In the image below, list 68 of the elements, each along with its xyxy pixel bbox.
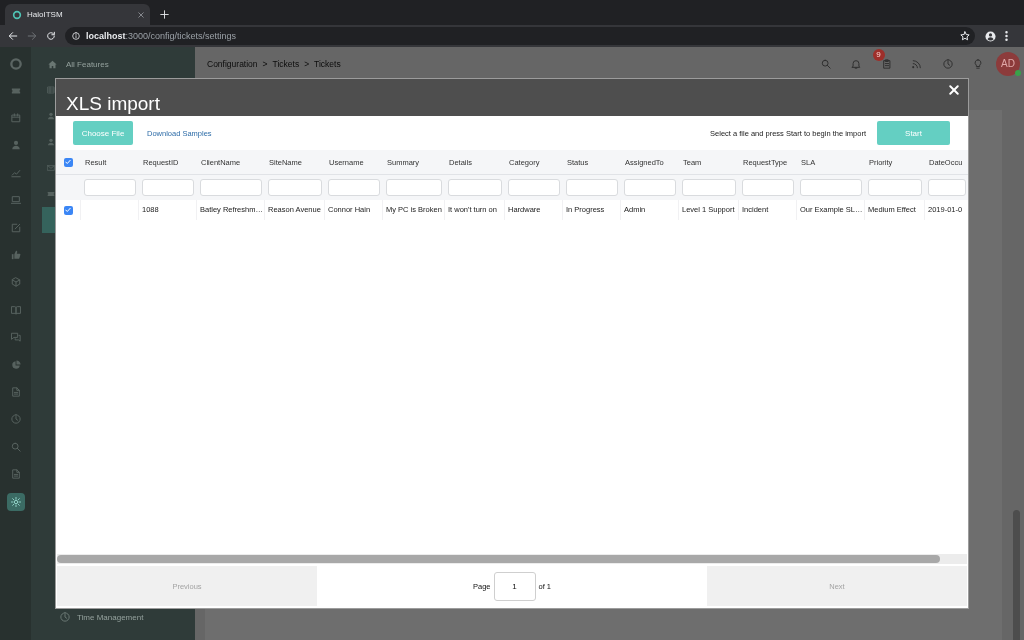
filter-field[interactable]: [566, 179, 618, 196]
filter-field[interactable]: [200, 179, 262, 196]
cube-icon[interactable]: [10, 277, 21, 288]
ring-icon[interactable]: [8, 57, 23, 71]
clock-icon[interactable]: [942, 58, 953, 69]
filter-field[interactable]: [328, 179, 380, 196]
scrollbar-thumb[interactable]: [1013, 510, 1020, 640]
filter-field[interactable]: [142, 179, 194, 196]
account-icon[interactable]: [985, 30, 996, 42]
avatar[interactable]: AD: [996, 51, 1020, 76]
search-icon[interactable]: [10, 441, 21, 452]
bell-icon[interactable]: [851, 58, 861, 69]
clock-icon[interactable]: [10, 414, 21, 425]
lightbulb-icon[interactable]: [973, 58, 983, 69]
sidebar-item[interactable]: All Features: [48, 59, 109, 69]
notification-badge: 9: [872, 48, 885, 61]
pie-chart-icon[interactable]: [10, 359, 21, 370]
breadcrumb-separator: >: [304, 58, 310, 69]
rss-icon[interactable]: [912, 58, 922, 69]
back-arrow-icon[interactable]: [8, 31, 18, 41]
select-all-checkbox[interactable]: [63, 157, 73, 167]
envelope-icon[interactable]: [47, 164, 55, 172]
filter-field[interactable]: [868, 179, 922, 196]
chart-icon[interactable]: [10, 167, 21, 178]
user-icon[interactable]: [47, 138, 55, 146]
page-input[interactable]: 1: [493, 571, 536, 601]
chat-icon[interactable]: [10, 332, 21, 343]
forward-arrow-icon[interactable]: [27, 31, 37, 41]
breadcrumb-separator: >: [262, 58, 268, 69]
filter-field[interactable]: [682, 179, 736, 196]
filter-field[interactable]: [448, 179, 502, 196]
book-icon[interactable]: [10, 304, 21, 315]
row-checkbox[interactable]: [63, 205, 73, 215]
clipboard-icon[interactable]: [881, 58, 892, 69]
document-icon[interactable]: [10, 469, 21, 480]
filter-field[interactable]: [508, 179, 560, 196]
filter-field[interactable]: [742, 179, 794, 196]
laptop-icon[interactable]: [10, 195, 21, 206]
thumbs-up-icon[interactable]: [10, 250, 21, 261]
filter-field[interactable]: [268, 179, 322, 196]
star-icon[interactable]: [960, 31, 970, 41]
user-icon[interactable]: [47, 112, 55, 120]
user-icon[interactable]: [10, 140, 21, 151]
clock-icon: [60, 612, 70, 622]
info-icon[interactable]: [72, 32, 80, 40]
calendar-icon[interactable]: [10, 113, 21, 124]
close-icon[interactable]: [138, 11, 144, 18]
filter-field[interactable]: [386, 179, 442, 196]
edit-icon[interactable]: [10, 222, 21, 233]
address-bar[interactable]: localhost:3000/config/tickets/settings: [65, 27, 975, 45]
plus-icon[interactable]: [160, 10, 169, 19]
browser-tab[interactable]: HaloITSM: [5, 4, 150, 25]
ticket-icon[interactable]: [47, 190, 55, 198]
filter-field[interactable]: [800, 179, 862, 196]
sidebar-item[interactable]: Time Management: [60, 612, 144, 622]
home-icon: [48, 59, 57, 69]
gear-icon[interactable]: [6, 492, 25, 511]
reload-icon[interactable]: [46, 31, 56, 41]
search-icon[interactable]: [820, 58, 831, 69]
scrollbar-thumb[interactable]: [57, 555, 940, 563]
ring-icon: [12, 9, 22, 20]
dialog-title: XLS import: [66, 94, 160, 113]
filter-field[interactable]: [84, 179, 136, 196]
menu-icon[interactable]: [1005, 31, 1008, 41]
document-icon[interactable]: [10, 387, 21, 397]
grid-icon[interactable]: [47, 86, 55, 94]
filter-field[interactable]: [928, 179, 966, 196]
filter-field[interactable]: [624, 179, 676, 196]
